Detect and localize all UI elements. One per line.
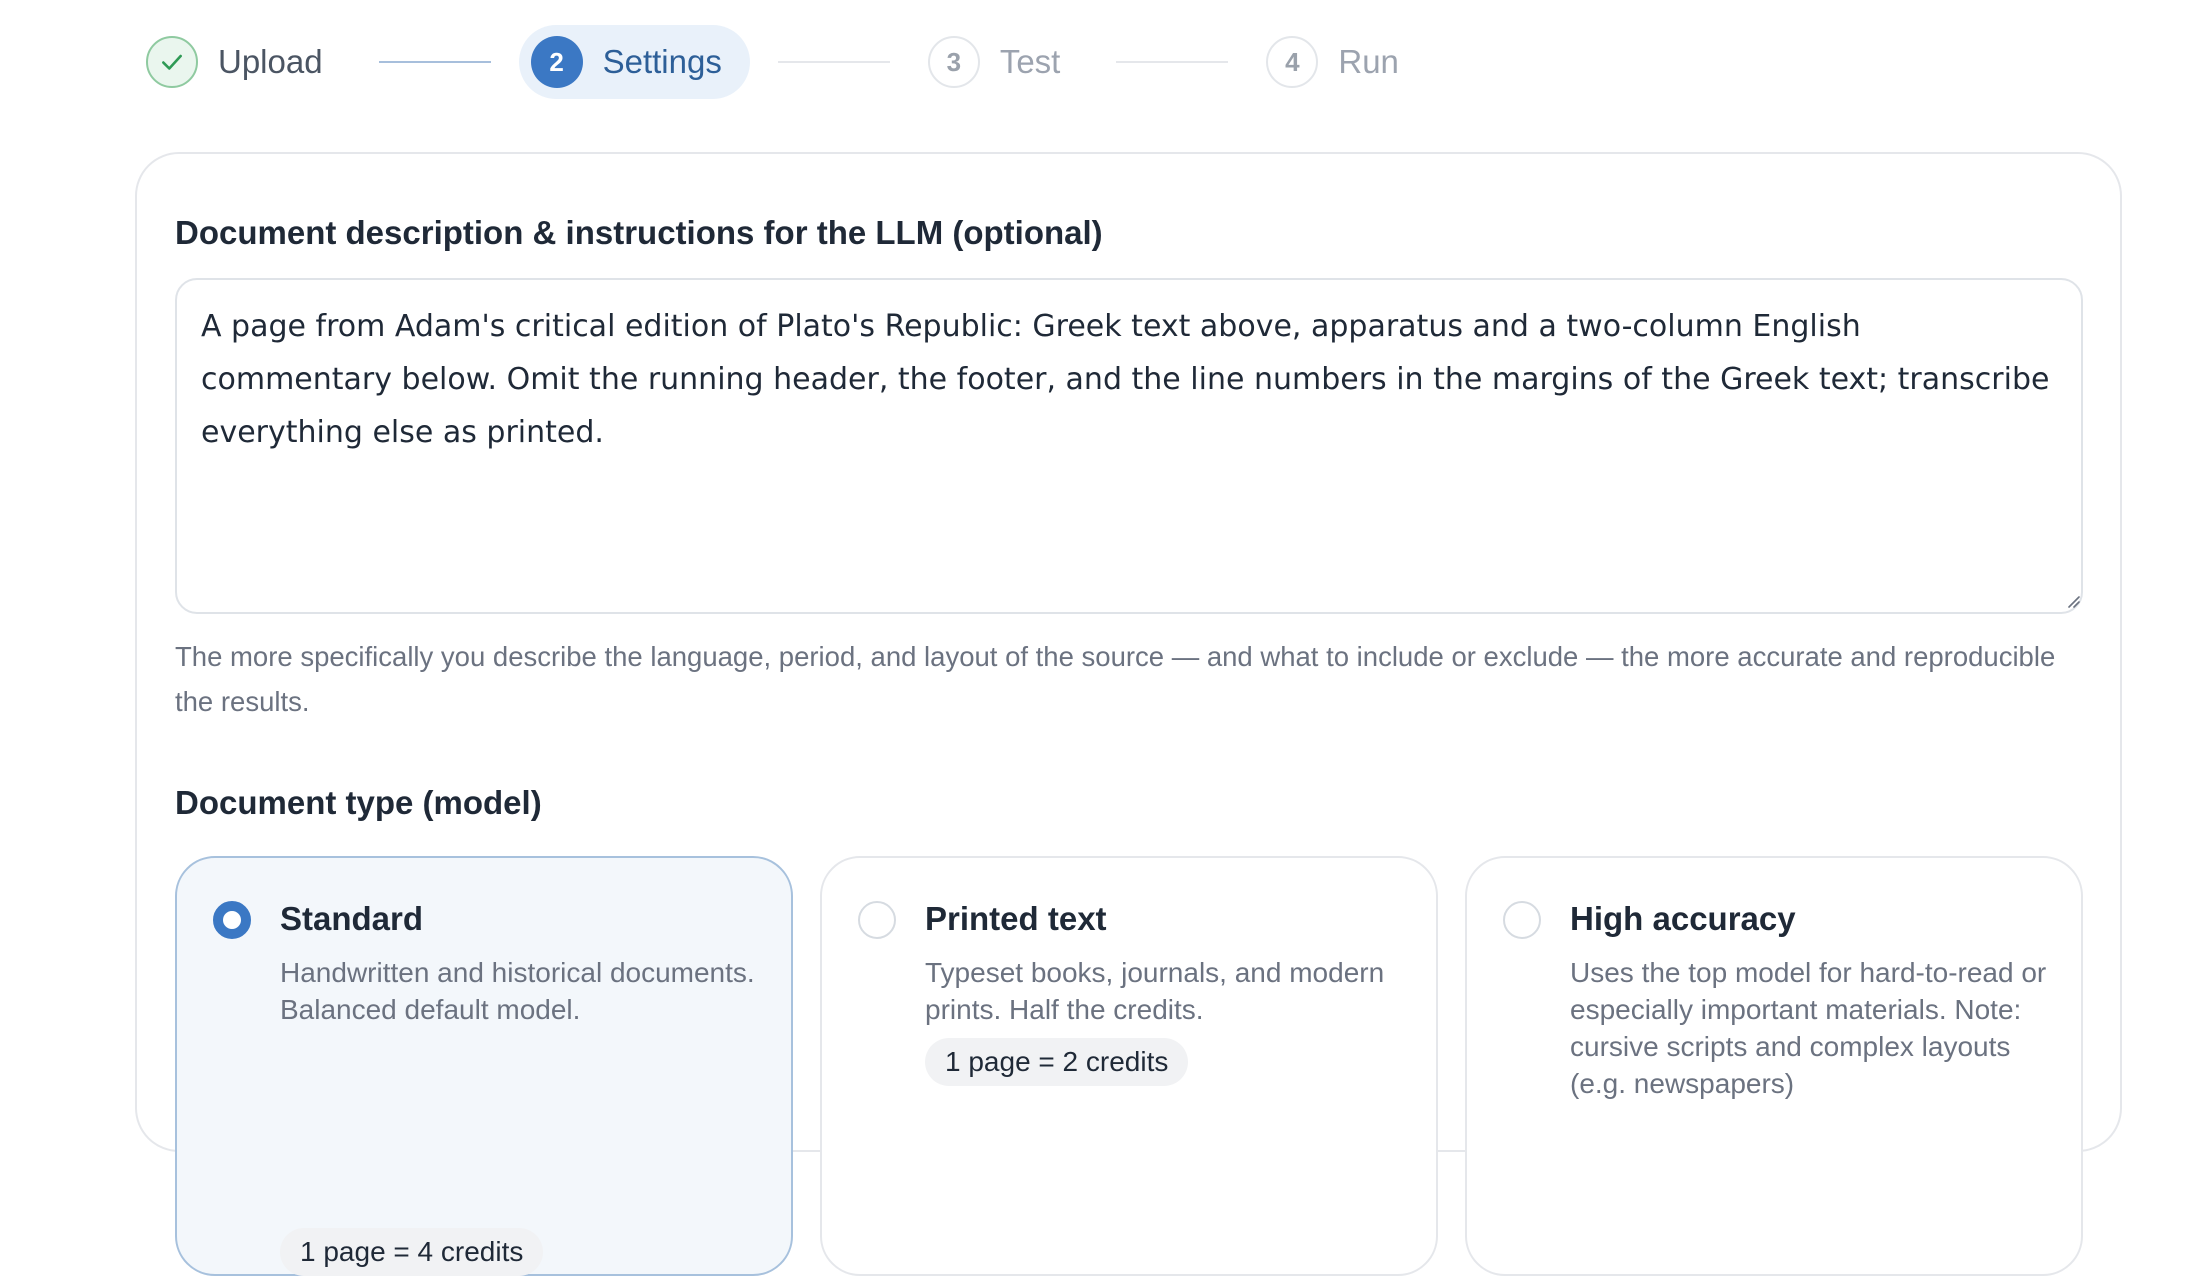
step-test[interactable]: 3 Test (927, 25, 1061, 99)
step-run-number: 4 (1266, 36, 1319, 88)
step-upload-circle (146, 36, 198, 88)
description-hint: The more specifically you describe the l… (175, 641, 2056, 717)
step-test-label: Test (999, 43, 1061, 80)
option-high-accuracy[interactable]: High accuracy Uses the top model for har… (1465, 856, 2083, 1276)
option-title: Standard (280, 900, 424, 937)
credits-badge: 1 page = 2 credits (925, 1038, 1189, 1086)
option-description: Typeset books, journals, and modern prin… (925, 957, 1385, 1025)
settings-card: Document description & instructions for … (135, 152, 2122, 1276)
option-description: Handwritten and historical documents. Ba… (280, 957, 755, 1025)
step-settings-number: 2 (530, 36, 583, 88)
resize-handle-icon[interactable] (2066, 594, 2080, 608)
step-settings[interactable]: 2 Settings (518, 25, 750, 99)
option-title: Printed text (925, 900, 1107, 937)
description-textarea[interactable]: A page from Adam's critical edition of P… (175, 278, 2083, 614)
option-title: High accuracy (1570, 900, 1796, 937)
option-standard[interactable]: Standard Handwritten and historical docu… (175, 856, 793, 1276)
check-icon (162, 54, 182, 70)
step-connector (777, 61, 890, 63)
stepper: Upload 2 Settings 3 Test 4 Run (146, 25, 1399, 99)
radio-standard[interactable] (213, 901, 251, 939)
radio-high-accuracy[interactable] (1503, 901, 1541, 939)
option-description: Uses the top model for hard-to-read or e… (1570, 957, 2047, 1099)
step-connector (1116, 61, 1229, 63)
step-run-label: Run (1338, 43, 1399, 80)
document-type-options: Standard Handwritten and historical docu… (175, 856, 2085, 1276)
step-settings-label: Settings (602, 43, 722, 80)
step-upload-label: Upload (218, 43, 323, 80)
step-run[interactable]: 4 Run (1266, 25, 1399, 99)
step-connector (378, 61, 491, 63)
document-type-label: Document type (model) (175, 784, 542, 821)
step-upload[interactable]: Upload (146, 25, 323, 99)
radio-printed-text[interactable] (858, 901, 896, 939)
step-test-number: 3 (927, 36, 980, 88)
credits-badge: 1 page = 4 credits (280, 1228, 544, 1276)
description-label: Document description & instructions for … (175, 214, 1103, 251)
option-printed-text[interactable]: Printed text Typeset books, journals, an… (820, 856, 1438, 1276)
